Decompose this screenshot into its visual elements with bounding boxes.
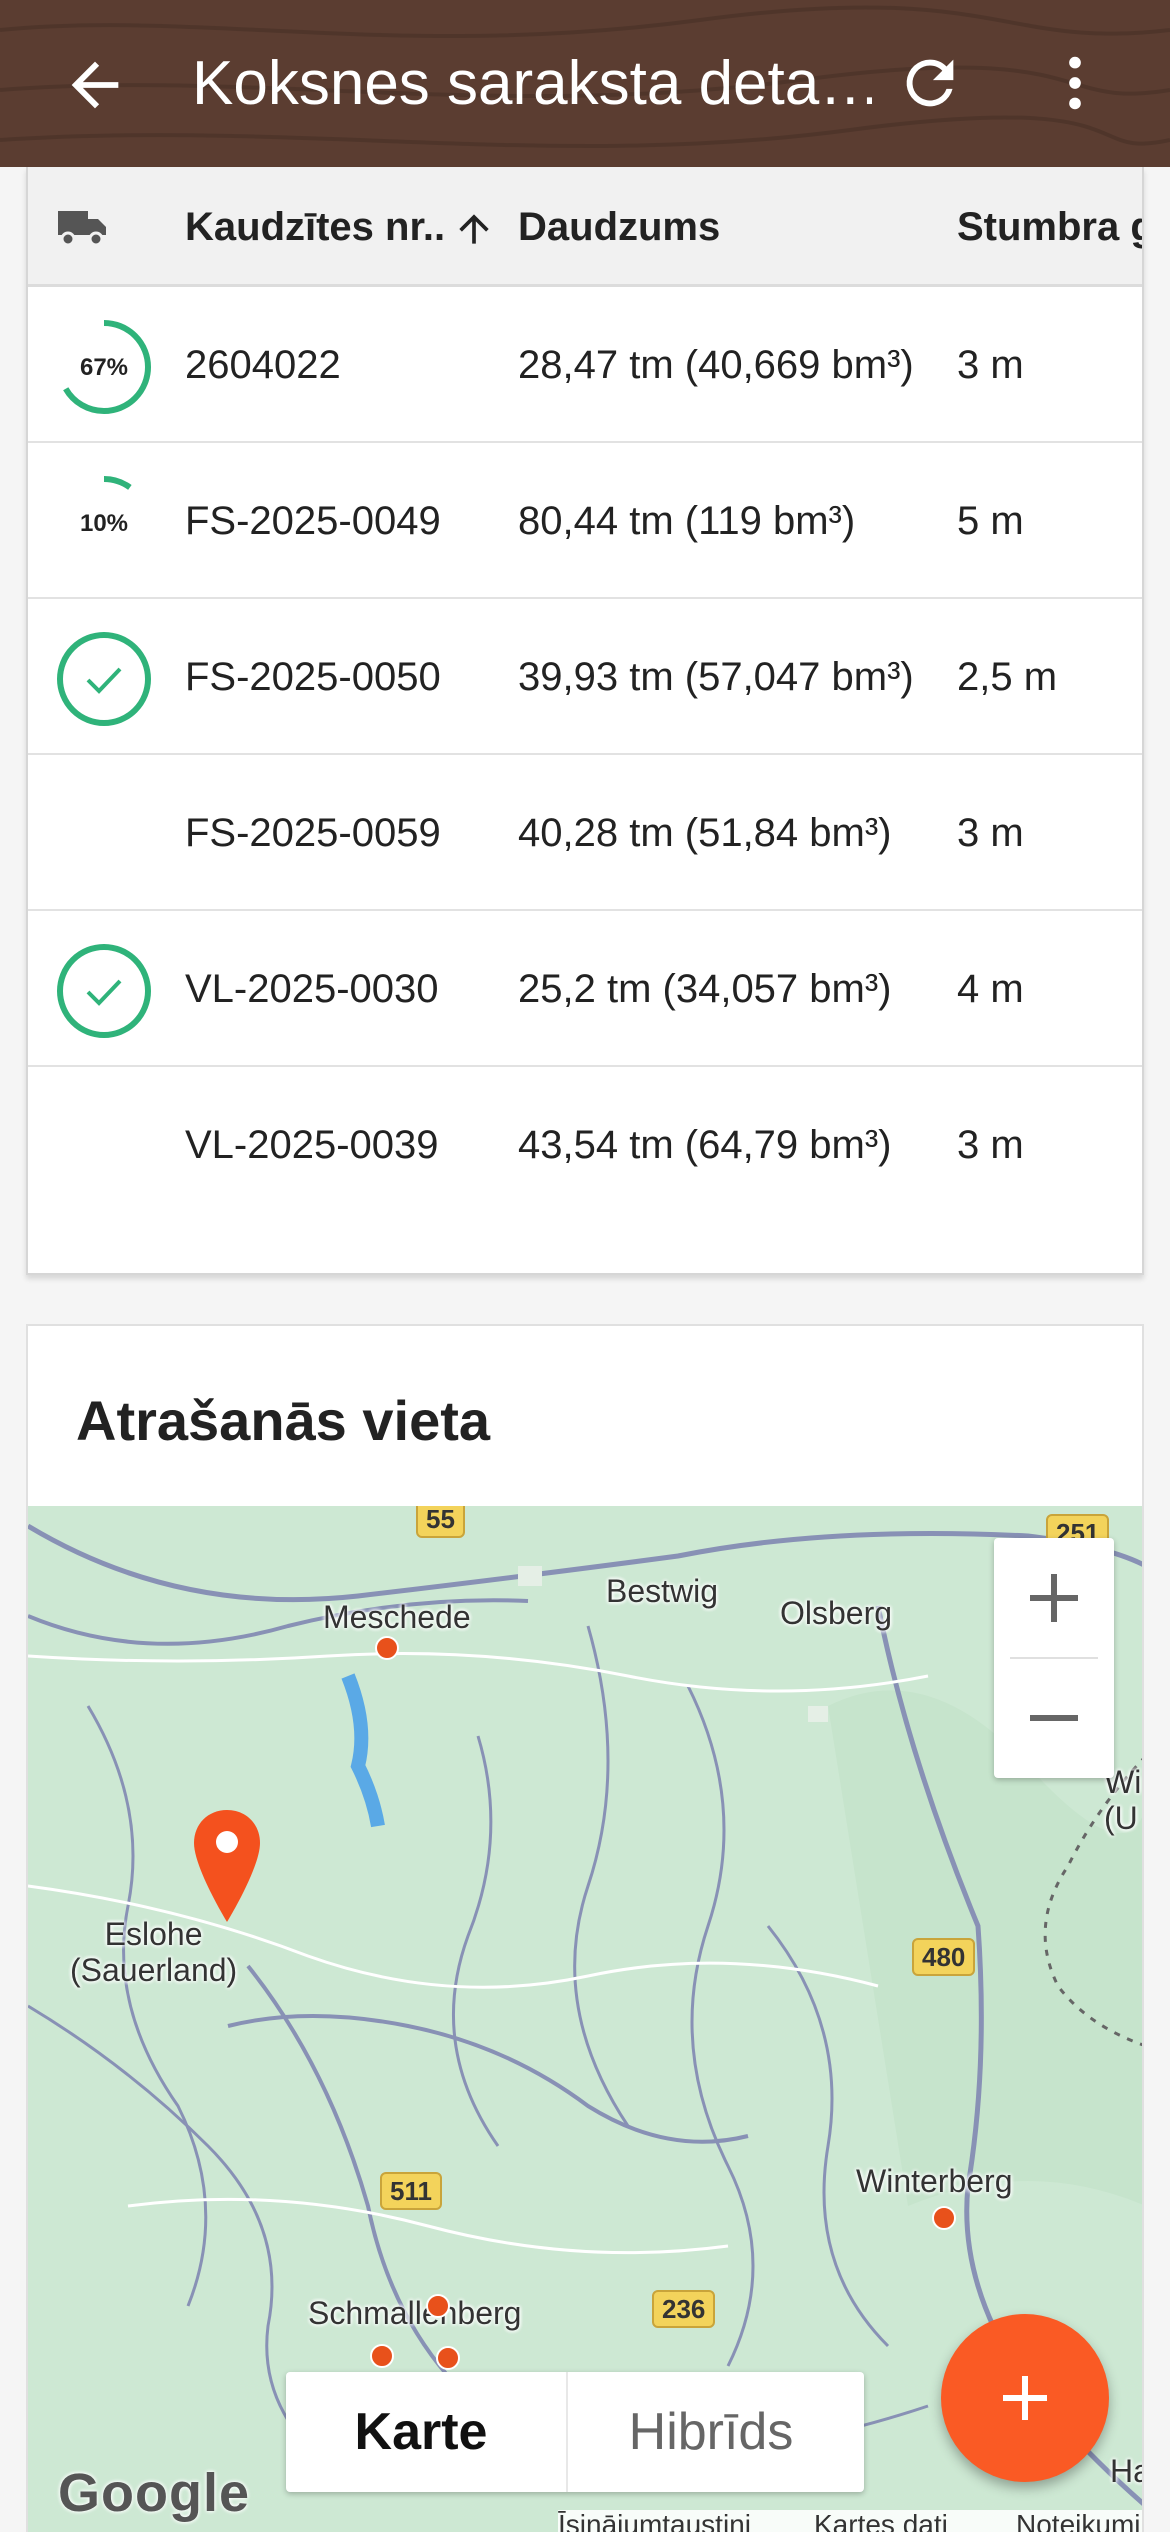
- table-row[interactable]: FS-2025-0050 39,93 tm (57,047 bm³) 2,5 m: [28, 599, 1142, 755]
- pile-no: FS-2025-0049: [185, 499, 441, 543]
- pile-no: VL-2025-0039: [185, 1123, 439, 1167]
- place-label: Halle: [1110, 2453, 1142, 2489]
- progress-label: 67%: [80, 354, 128, 381]
- location-title: Atrašanās vieta: [76, 1389, 491, 1452]
- quantity: 43,54 tm (64,79 bm³): [518, 1123, 892, 1167]
- progress-ring-icon: 10%: [57, 476, 151, 570]
- length: 4 m: [957, 967, 1024, 1011]
- road-number-511: 511: [380, 2172, 442, 2210]
- table-row[interactable]: VL-2025-0039 43,54 tm (64,79 bm³) 3 m: [28, 1067, 1142, 1223]
- pile-table: Kaudzītes nr.. Daudzums Stumbra g 67% 26…: [26, 167, 1144, 1275]
- table-row[interactable]: 10% FS-2025-0049 80,44 tm (119 bm³) 5 m: [28, 443, 1142, 599]
- refresh-icon[interactable]: [895, 48, 965, 118]
- map-poi-dot[interactable]: [370, 2344, 394, 2368]
- place-label: Schmallenberg: [308, 2295, 522, 2331]
- place-label: Eslohe (Sauerland): [70, 1916, 238, 1988]
- map-data-link[interactable]: Kartes dati: [814, 2510, 948, 2532]
- map-type-switch: Karte Hibrīds: [286, 2372, 864, 2492]
- table-row[interactable]: FS-2025-0059 40,28 tm (51,84 bm³) 3 m: [28, 755, 1142, 911]
- column-header-quantity[interactable]: Daudzums: [518, 202, 720, 252]
- place-label: Olsberg: [780, 1595, 893, 1631]
- terms-link[interactable]: Noteikumi: [1016, 2510, 1140, 2532]
- pile-no: FS-2025-0059: [185, 811, 441, 855]
- road-number-55: 55: [416, 1506, 465, 1538]
- table-row[interactable]: VL-2025-0030 25,2 tm (34,057 bm³) 4 m: [28, 911, 1142, 1067]
- place-label: Meschede: [323, 1599, 471, 1635]
- map-type-hybrid-button[interactable]: Hibrīds: [576, 2372, 846, 2492]
- pile-no: 2604022: [185, 343, 341, 387]
- truck-icon: [58, 211, 106, 247]
- app-bar: Koksnes saraksta deta…: [0, 0, 1170, 167]
- length: 3 m: [957, 1123, 1024, 1167]
- keyboard-shortcuts-link[interactable]: Īsinājumtaustiņi: [558, 2510, 751, 2532]
- quantity: 39,93 tm (57,047 bm³): [518, 655, 914, 699]
- length: 5 m: [957, 499, 1024, 543]
- table-header: Kaudzītes nr.. Daudzums Stumbra g: [28, 167, 1142, 287]
- progress-ring-icon: 67%: [57, 320, 151, 414]
- road-number-480: 480: [912, 1938, 976, 1976]
- place-label: Winterberg: [856, 2163, 1013, 2199]
- quantity: 80,44 tm (119 bm³): [518, 499, 856, 543]
- map-type-map-button[interactable]: Karte: [286, 2372, 556, 2492]
- map-poi-dot[interactable]: [426, 2294, 450, 2318]
- length: 2,5 m: [957, 655, 1058, 699]
- column-header-pile-no[interactable]: Kaudzītes nr..: [185, 202, 445, 252]
- map-poi-dot[interactable]: [932, 2206, 956, 2230]
- plus-icon: [1003, 2376, 1047, 2420]
- location-pin-icon[interactable]: [190, 1806, 264, 1926]
- map-poi-dot[interactable]: [375, 1636, 399, 1660]
- more-vert-icon[interactable]: [1040, 48, 1110, 118]
- pile-no: FS-2025-0050: [185, 655, 441, 699]
- length: 3 m: [957, 811, 1024, 855]
- back-arrow-icon[interactable]: [60, 50, 130, 120]
- road-number-236: 236: [652, 2290, 716, 2328]
- zoom-in-button[interactable]: [994, 1538, 1114, 1658]
- arrow-up-icon[interactable]: [452, 207, 496, 251]
- page-title: Koksnes saraksta deta…: [192, 49, 872, 118]
- zoom-controls: [994, 1538, 1114, 1778]
- quantity: 40,28 tm (51,84 bm³): [518, 811, 892, 855]
- add-button[interactable]: [941, 2314, 1109, 2482]
- pile-no: VL-2025-0030: [185, 967, 439, 1011]
- column-header-length[interactable]: Stumbra g: [957, 202, 1142, 252]
- progress-label: 10%: [80, 510, 128, 537]
- google-logo: Google: [58, 2463, 250, 2523]
- length: 3 m: [957, 343, 1024, 387]
- table-row[interactable]: 67% 2604022 28,47 tm (40,669 bm³) 3 m: [28, 287, 1142, 443]
- quantity: 25,2 tm (34,057 bm³): [518, 967, 892, 1011]
- quantity: 28,47 tm (40,669 bm³): [518, 343, 914, 387]
- map-poi-dot[interactable]: [436, 2346, 460, 2370]
- check-circle-icon: [57, 944, 151, 1038]
- check-circle-icon: [57, 632, 151, 726]
- map-type-divider: [566, 2372, 568, 2492]
- zoom-out-button[interactable]: [994, 1658, 1114, 1778]
- place-label: Bestwig: [606, 1573, 719, 1609]
- map-attribution: Īsinājumtaustiņi Kartes dati Noteikumi: [558, 2510, 1142, 2532]
